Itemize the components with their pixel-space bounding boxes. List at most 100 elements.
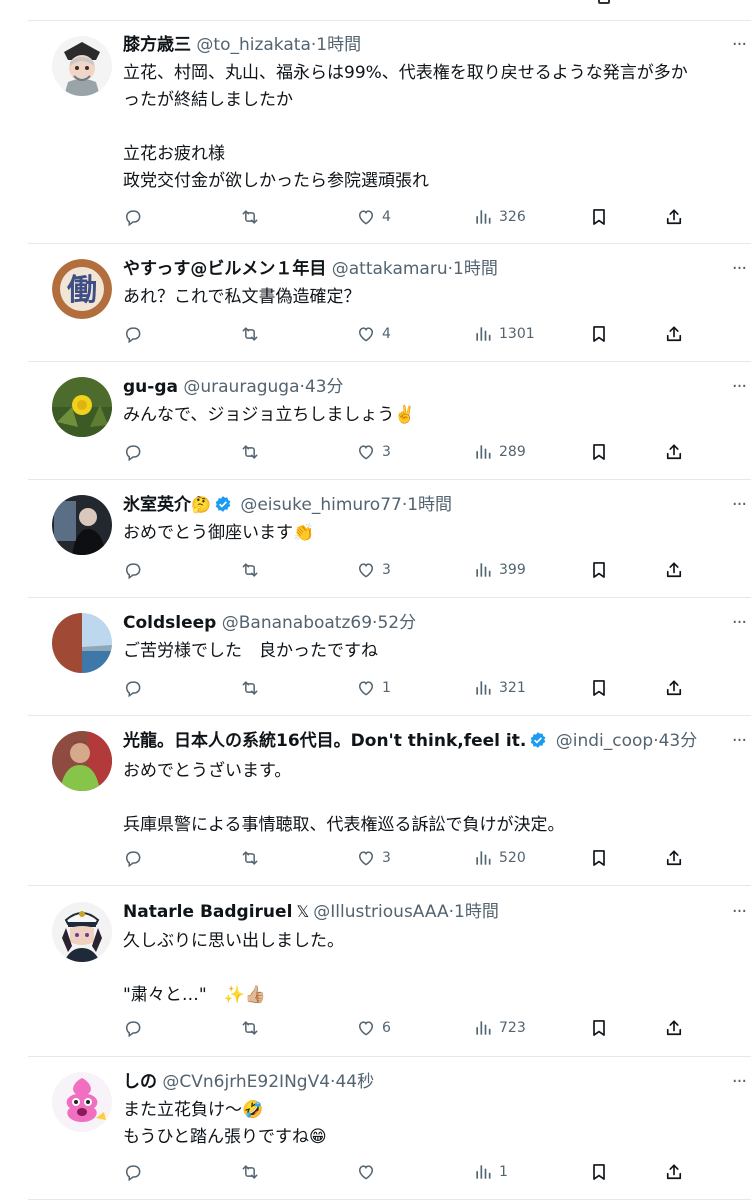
share-button[interactable] <box>664 205 684 229</box>
views-button[interactable]: 321 <box>473 676 526 700</box>
like-button[interactable] <box>356 1160 382 1184</box>
reply-button[interactable] <box>123 440 143 464</box>
more-options-icon[interactable]: ··· <box>729 378 749 401</box>
display-name[interactable]: やすっす@ビルメン１年目 <box>123 259 326 279</box>
bookmark-button[interactable] <box>589 676 609 700</box>
like-button[interactable]: 6 <box>356 1016 391 1040</box>
tweet[interactable]: 働やすっす@ビルメン１年目 @attakamaru·1時間 ··· あれ？これで私文… <box>0 244 751 362</box>
avatar[interactable] <box>52 495 112 555</box>
display-name[interactable]: gu-ga <box>123 377 178 397</box>
tweet[interactable]: しの @CVn6jrhE92INgV4·44秒 ··· また立花負け〜🤣 もうひと踏ん… <box>0 1057 751 1200</box>
retweet-button[interactable] <box>240 558 260 582</box>
user-handle[interactable]: @to_hizakata <box>196 35 310 55</box>
bookmark-button[interactable] <box>589 1016 609 1040</box>
user-handle[interactable]: @eisuke_himuro77 <box>240 495 402 515</box>
bookmark-button[interactable] <box>589 322 609 346</box>
reply-icon <box>123 207 143 227</box>
views-button[interactable]: 399 <box>473 558 526 582</box>
display-name[interactable]: Coldsleep <box>123 613 216 633</box>
display-name[interactable]: 氷室英介 <box>123 495 191 515</box>
like-button[interactable]: 3 <box>356 440 391 464</box>
avatar[interactable] <box>52 902 112 962</box>
retweet-button[interactable] <box>240 205 260 229</box>
like-button[interactable]: 1 <box>356 676 391 700</box>
more-options-icon[interactable]: ··· <box>729 903 749 926</box>
avatar[interactable] <box>52 731 112 791</box>
views-button[interactable]: 1301 <box>473 322 535 346</box>
tweet-text-line: 立花お疲れ様 <box>123 144 225 164</box>
display-name[interactable]: しの <box>123 1072 157 1092</box>
user-handle[interactable]: @IllustriousAAA <box>313 902 448 922</box>
tweet[interactable]: Natarle Badgiruel 𝕏 @IllustriousAAA·1時間 ···… <box>0 886 751 1057</box>
timestamp[interactable]: 43分 <box>305 377 344 397</box>
display-name[interactable]: 膝方歳三 <box>123 35 191 55</box>
bookmark-button[interactable] <box>589 440 609 464</box>
retweet-button[interactable] <box>240 676 260 700</box>
tweet[interactable]: 膝方歳三 @to_hizakata·1時間 ··· 立花、村岡、丸山、福永らは99%… <box>0 22 751 244</box>
reply-button[interactable] <box>123 1160 143 1184</box>
timestamp[interactable]: 1時間 <box>407 495 452 515</box>
timestamp[interactable]: 43分 <box>659 731 698 751</box>
avatar[interactable] <box>52 613 112 673</box>
views-button[interactable]: 289 <box>473 440 526 464</box>
user-handle[interactable]: @attakamaru <box>332 259 448 279</box>
share-button[interactable] <box>664 322 684 346</box>
more-options-icon[interactable]: ··· <box>729 614 749 637</box>
reply-button[interactable] <box>123 676 143 700</box>
bookmark-button[interactable] <box>589 558 609 582</box>
more-options-icon[interactable]: ··· <box>729 496 749 519</box>
like-button[interactable]: 4 <box>356 205 391 229</box>
share-button[interactable] <box>664 1160 684 1184</box>
user-handle[interactable]: @urauraguga <box>183 377 299 397</box>
timestamp[interactable]: 1時間 <box>453 259 498 279</box>
bookmark-button[interactable] <box>589 205 609 229</box>
reply-button[interactable] <box>123 205 143 229</box>
like-button[interactable]: 4 <box>356 322 391 346</box>
reply-button[interactable] <box>123 846 143 870</box>
more-options-icon[interactable]: ··· <box>729 36 749 59</box>
share-button[interactable] <box>664 1016 684 1040</box>
retweet-button[interactable] <box>240 1016 260 1040</box>
avatar[interactable]: 働 <box>52 259 112 319</box>
timestamp[interactable]: 1時間 <box>454 902 499 922</box>
like-button[interactable]: 3 <box>356 558 391 582</box>
avatar[interactable] <box>52 377 112 437</box>
user-handle[interactable]: @indi_coop <box>556 731 653 751</box>
views-button[interactable]: 326 <box>473 205 526 229</box>
bookmark-button[interactable] <box>589 1160 609 1184</box>
views-button[interactable]: 1 <box>473 1160 508 1184</box>
timestamp[interactable]: 44秒 <box>335 1072 374 1092</box>
like-button[interactable]: 3 <box>356 846 391 870</box>
tweet[interactable]: Coldsleep @Bananaboatz69·52分 ··· ご苦労様でした 良… <box>0 598 751 716</box>
display-name[interactable]: 光龍。日本人の系統16代目。Don't think,feel it. <box>123 731 526 751</box>
share-button[interactable] <box>664 558 684 582</box>
reply-button[interactable] <box>123 1016 143 1040</box>
share-button[interactable] <box>664 846 684 870</box>
bookmark-button[interactable] <box>589 846 609 870</box>
heart-icon <box>356 1018 376 1038</box>
retweet-button[interactable] <box>240 322 260 346</box>
tweet-header: 光龍。日本人の系統16代目。Don't think,feel it. @indi… <box>123 728 697 754</box>
retweet-button[interactable] <box>240 846 260 870</box>
user-handle[interactable]: @Bananaboatz69 <box>222 613 372 633</box>
retweet-button[interactable] <box>240 440 260 464</box>
more-options-icon[interactable]: ··· <box>729 732 749 755</box>
views-button[interactable]: 723 <box>473 1016 526 1040</box>
timestamp[interactable]: 1時間 <box>316 35 361 55</box>
more-options-icon[interactable]: ··· <box>729 1073 749 1096</box>
timestamp[interactable]: 52分 <box>377 613 416 633</box>
reply-button[interactable] <box>123 322 143 346</box>
user-handle[interactable]: @CVn6jrhE92INgV4 <box>162 1072 330 1092</box>
share-button[interactable] <box>664 440 684 464</box>
display-name[interactable]: Natarle Badgiruel <box>123 902 292 922</box>
tweet[interactable]: 光龍。日本人の系統16代目。Don't think,feel it. @indi… <box>0 716 751 886</box>
retweet-button[interactable] <box>240 1160 260 1184</box>
views-button[interactable]: 520 <box>473 846 526 870</box>
tweet[interactable]: 氷室英介🤔 @eisuke_himuro77·1時間 ··· おめでとう御座います👏… <box>0 480 751 598</box>
more-options-icon[interactable]: ··· <box>729 260 749 283</box>
avatar[interactable] <box>52 36 112 96</box>
share-button[interactable] <box>664 676 684 700</box>
reply-button[interactable] <box>123 558 143 582</box>
avatar[interactable] <box>52 1072 112 1132</box>
tweet[interactable]: gu-ga @urauraguga·43分 ··· みんなで、ジョジョ立ちしましょう… <box>0 362 751 480</box>
